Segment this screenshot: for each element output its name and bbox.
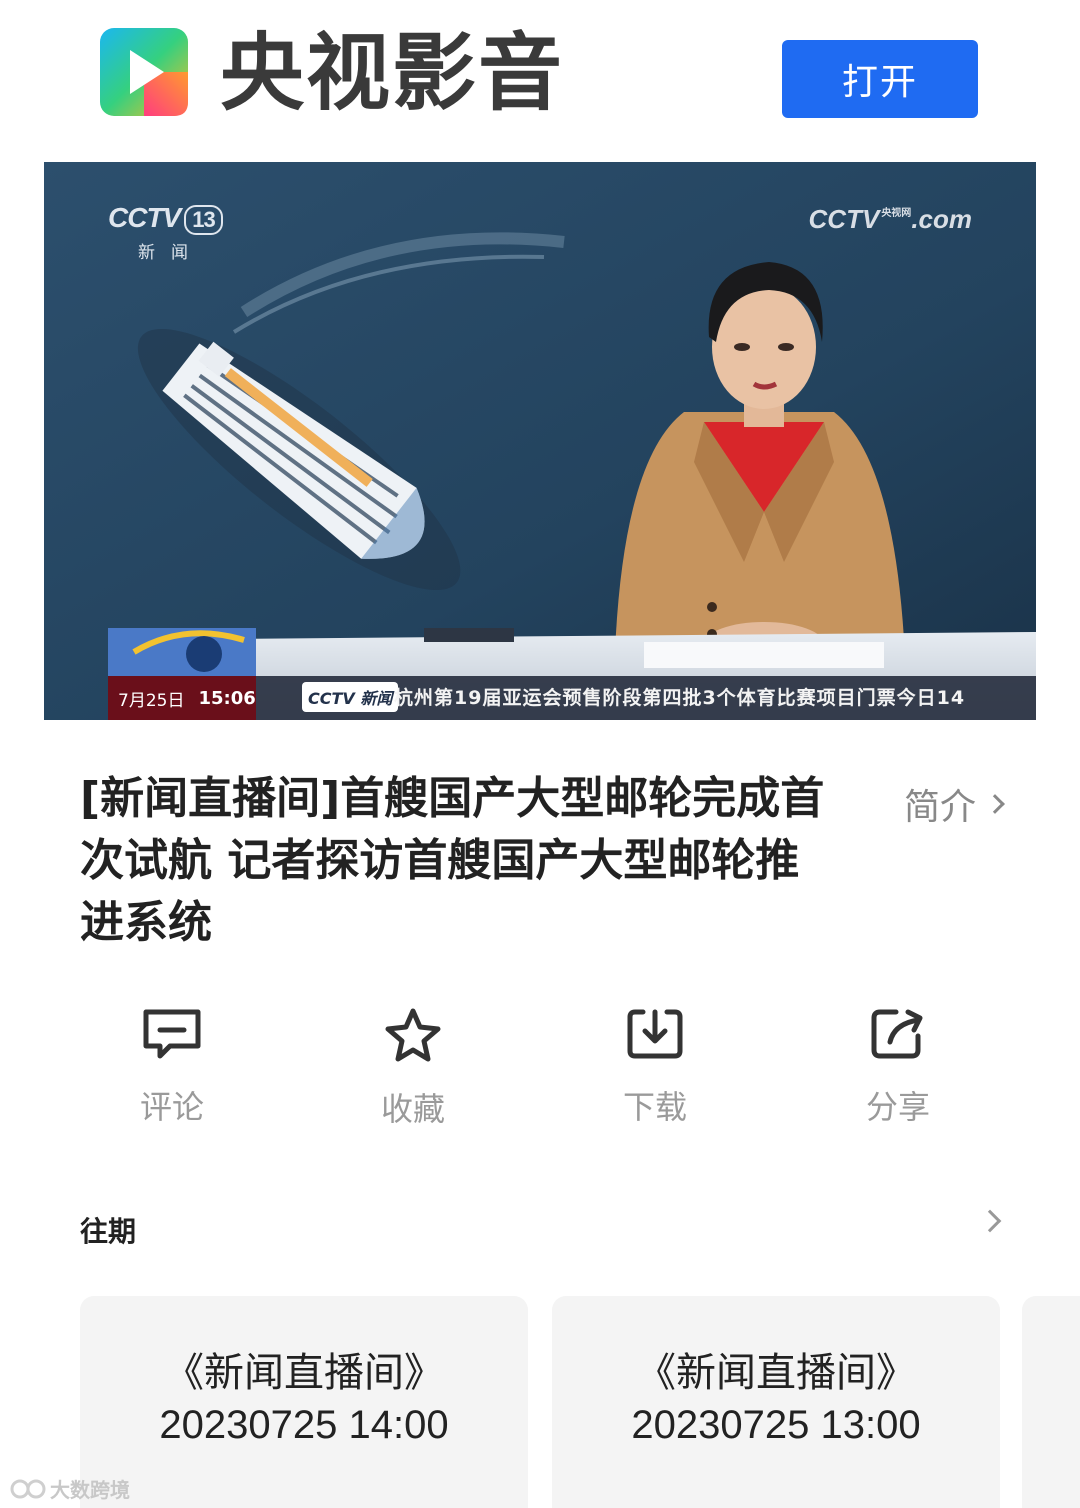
episode-card[interactable]: 《新闻直播间》 20230725 13:00: [552, 1296, 1000, 1508]
comment-label: 评论: [139, 1088, 204, 1126]
chevron-right-icon[interactable]: [978, 1209, 1002, 1233]
watermark-logo-icon: [10, 1479, 46, 1498]
share-label: 分享: [865, 1088, 930, 1126]
video-title: [新闻直播间]首艘国产大型邮轮完成首次试航 记者探访首艘国产大型邮轮推进系统: [80, 773, 825, 948]
past-episodes-title: 往期: [80, 1215, 137, 1248]
share-icon: [871, 1009, 923, 1059]
site-domain: .com: [911, 204, 972, 234]
comment-button[interactable]: 评论: [82, 1006, 262, 1128]
episode-show: 《新闻直播间》: [164, 1350, 444, 1396]
open-app-button[interactable]: 打开: [782, 40, 978, 118]
favorite-label: 收藏: [380, 1090, 445, 1128]
channel-logo-text: CCTV: [108, 202, 181, 233]
intro-link[interactable]: 简介: [904, 778, 1005, 830]
app-header: 央视影音 打开: [0, 0, 1080, 150]
episode-card[interactable]: 《新闻直播间》 20230725 14:00: [80, 1296, 528, 1508]
ticker-clock: 15:06: [198, 687, 256, 709]
chevron-right-icon: [985, 794, 1005, 814]
channel-sub-label: 新闻: [138, 243, 204, 263]
site-logo-text: CCTV: [808, 204, 880, 234]
ticker-date: 7月25日: [118, 690, 185, 711]
download-icon: [627, 1009, 683, 1059]
watermark: 大数跨境: [10, 1474, 130, 1503]
intro-label: 简介: [904, 787, 977, 828]
share-button[interactable]: 分享: [808, 1006, 988, 1128]
channel-number: 13: [184, 205, 223, 235]
cctv13-channel-logo: CCTV 13: [108, 202, 223, 235]
watermark-text: 大数跨境: [50, 1478, 130, 1502]
episode-card-peek[interactable]: [1022, 1296, 1080, 1508]
brand-name: 央视影音: [220, 24, 565, 122]
star-icon: [385, 1008, 441, 1062]
ticker-datetime: 7月25日 15:06: [108, 676, 256, 720]
ticker-channel-logo: CCTV 新闻: [302, 682, 399, 712]
video-player[interactable]: CCTV 13 新闻 CCTV 央视网.com 7月25日 15:06 CCTV 新…: [44, 162, 1036, 720]
site-logo-small: 央视网: [881, 208, 912, 219]
comment-icon: [143, 1009, 201, 1059]
download-label: 下载: [622, 1088, 687, 1126]
episode-date: 20230725 14:00: [159, 1403, 449, 1447]
download-button[interactable]: 下载: [565, 1006, 745, 1128]
cctv-com-logo: CCTV 央视网.com: [809, 204, 972, 235]
ticker-headline: 杭州第19届亚运会预售阶段第四批3个体育比赛项目门票今日14: [394, 687, 966, 709]
episode-date: 20230725 13:00: [631, 1403, 921, 1447]
episode-show: 《新闻直播间》: [636, 1350, 916, 1396]
app-logo-icon: [100, 28, 188, 116]
favorite-button[interactable]: 收藏: [323, 1006, 503, 1130]
